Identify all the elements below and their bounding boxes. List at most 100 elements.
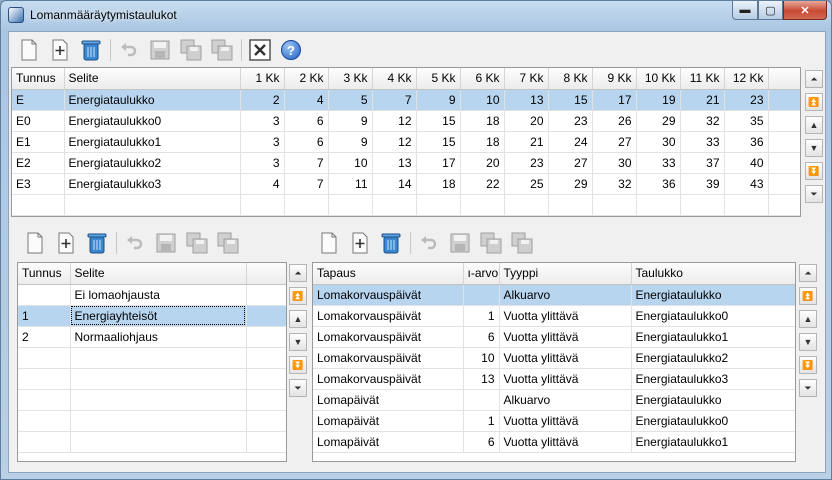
cell-month-value[interactable]: 21 [504, 131, 549, 153]
column-header-1[interactable]: Selite [70, 263, 247, 285]
minimize-button[interactable]: ▬ [732, 1, 758, 20]
cell-month-value[interactable]: 4 [284, 89, 329, 111]
table-row[interactable]: E2 Energiataulukko2 3 7 10 13 17 20 23 27 30 33 37 40 [12, 152, 800, 174]
next-row-button[interactable]: ▼ [799, 333, 817, 351]
column-header-12[interactable]: 11 Kk [680, 68, 725, 90]
cell-tyyppi[interactable]: Alkuarvo [499, 284, 632, 306]
cell-taulukko[interactable]: Energiataulukko0 [631, 410, 795, 432]
cell-tyyppi[interactable]: Vuotta ylittävä [499, 368, 632, 390]
right-table[interactable]: Tapaus ı-arvo Tyyppi Taulukko Lomakorvauspä… [312, 262, 796, 462]
cell-month-value[interactable]: 9 [328, 131, 373, 153]
cell-tapaus[interactable]: Lomakorvauspäivät [313, 347, 464, 369]
cell-arvo[interactable]: 13 [463, 368, 500, 390]
cell-month-value[interactable]: 6 [284, 110, 329, 132]
next-row-button[interactable]: ▼ [805, 139, 823, 157]
last-row-button[interactable]: ⏷ [799, 379, 817, 397]
cell-taulukko[interactable]: Energiataulukko2 [631, 347, 795, 369]
cell-tunnus[interactable]: E0 [12, 110, 65, 132]
cell-month-value[interactable]: 23 [724, 89, 769, 111]
cell-month-value[interactable]: 43 [724, 173, 769, 195]
table-row[interactable]: E3 Energiataulukko3 4 7 11 14 18 22 25 29 32 36 39 43 [12, 173, 800, 195]
cell-taulukko[interactable]: Energiataulukko [631, 284, 795, 306]
table-row[interactable]: E0 Energiataulukko0 3 6 9 12 15 18 20 23 26 29 32 35 [12, 110, 800, 132]
cell-month-value[interactable]: 23 [504, 152, 549, 174]
right-save-all-button[interactable] [479, 231, 503, 255]
column-header-9[interactable]: 8 Kk [548, 68, 593, 90]
cell-taulukko[interactable]: Energiataulukko1 [631, 431, 795, 453]
cell-tunnus[interactable]: E3 [12, 173, 65, 195]
cell-month-value[interactable]: 9 [416, 89, 461, 111]
cell-arvo[interactable] [463, 389, 500, 411]
cell-month-value[interactable]: 11 [328, 173, 373, 195]
cell-month-value[interactable]: 27 [592, 131, 637, 153]
cell-tyyppi[interactable]: Vuotta ylittävä [499, 410, 632, 432]
column-header-7[interactable]: 6 Kk [460, 68, 505, 90]
column-header-13[interactable]: 12 Kk [724, 68, 769, 90]
left-delete-button[interactable] [85, 231, 109, 255]
column-header-10[interactable]: 9 Kk [592, 68, 637, 90]
new-document-button[interactable] [17, 38, 41, 62]
cell-taulukko[interactable]: Energiataulukko [631, 389, 795, 411]
left-table[interactable]: Tunnus Selite Ei lomaohjausta 1 Energiayhte… [17, 262, 287, 462]
cell-month-value[interactable]: 13 [372, 152, 417, 174]
next-row-button[interactable]: ▼ [289, 333, 307, 351]
left-undo-button[interactable] [123, 231, 147, 255]
cell-month-value[interactable]: 22 [460, 173, 505, 195]
cell-month-value[interactable]: 20 [504, 110, 549, 132]
list-row[interactable]: 2 Normaaliohjaus [18, 326, 286, 348]
cell-taulukko[interactable]: Energiataulukko1 [631, 326, 795, 348]
cell-month-value[interactable]: 19 [636, 89, 681, 111]
cell-month-value[interactable]: 39 [680, 173, 725, 195]
cell-month-value[interactable]: 24 [548, 131, 593, 153]
cell-month-value[interactable]: 3 [240, 152, 285, 174]
cell-month-value[interactable]: 29 [548, 173, 593, 195]
page-up-button[interactable]: ⏫ [289, 287, 307, 305]
cell-selite[interactable]: Ei lomaohjausta [70, 284, 247, 306]
cell-month-value[interactable]: 17 [416, 152, 461, 174]
cell-tunnus[interactable]: E [12, 89, 65, 111]
cell-month-value[interactable]: 30 [636, 131, 681, 153]
page-up-button[interactable]: ⏫ [805, 93, 823, 111]
previous-row-button[interactable]: ▲ [805, 116, 823, 134]
cell-selite[interactable]: Energiataulukko1 [64, 131, 241, 153]
column-header-3[interactable]: Taulukko [631, 263, 795, 285]
cell-month-value[interactable]: 36 [724, 131, 769, 153]
cell-month-value[interactable]: 32 [592, 173, 637, 195]
left-add-button[interactable] [54, 231, 78, 255]
cell-month-value[interactable]: 14 [372, 173, 417, 195]
cell-month-value[interactable]: 18 [460, 131, 505, 153]
cell-arvo[interactable]: 10 [463, 347, 500, 369]
cell-tunnus[interactable] [18, 284, 71, 306]
cell-arvo[interactable]: 6 [463, 326, 500, 348]
cell-taulukko[interactable]: Energiataulukko3 [631, 368, 795, 390]
column-header-5[interactable]: 4 Kk [372, 68, 417, 90]
left-save-copy-button[interactable] [216, 231, 240, 255]
cell-month-value[interactable]: 5 [328, 89, 373, 111]
cell-month-value[interactable]: 18 [416, 173, 461, 195]
detail-row[interactable]: Lomapäivät 6 Vuotta ylittävä Energiataulukk… [313, 431, 795, 453]
cell-month-value[interactable]: 40 [724, 152, 769, 174]
detail-row[interactable]: Lomakorvauspäivät 6 Vuotta ylittävä Energia… [313, 326, 795, 348]
right-new-button[interactable] [317, 231, 341, 255]
cell-tunnus[interactable]: 2 [18, 326, 71, 348]
cell-tunnus[interactable]: 1 [18, 305, 71, 327]
cell-month-value[interactable]: 15 [416, 110, 461, 132]
detail-row[interactable]: Lomakorvauspäivät 13 Vuotta ylittävä Energi… [313, 368, 795, 390]
left-new-button[interactable] [23, 231, 47, 255]
cell-month-value[interactable]: 9 [328, 110, 373, 132]
cell-month-value[interactable]: 3 [240, 131, 285, 153]
main-table[interactable]: Tunnus Selite 1 Kk 2 Kk 3 Kk 4 Kk 5 Kk 6 Kk 7 Kk… [11, 67, 801, 217]
cell-tapaus[interactable]: Lomakorvauspäivät [313, 326, 464, 348]
delete-button[interactable] [79, 38, 103, 62]
cell-tyyppi[interactable]: Vuotta ylittävä [499, 431, 632, 453]
save-copy-button[interactable] [210, 38, 234, 62]
column-header-2[interactable]: Tyyppi [499, 263, 632, 285]
page-down-button[interactable]: ⏬ [805, 162, 823, 180]
cell-selite[interactable]: Energiataulukko [64, 89, 241, 111]
column-header-6[interactable]: 5 Kk [416, 68, 461, 90]
cell-tyyppi[interactable]: Vuotta ylittävä [499, 305, 632, 327]
add-row-button[interactable] [48, 38, 72, 62]
detail-row[interactable]: Lomakorvauspäivät Alkuarvo Energiataulukko [313, 284, 795, 306]
detail-row[interactable]: Lomakorvauspäivät 10 Vuotta ylittävä Energi… [313, 347, 795, 369]
cell-month-value[interactable]: 15 [548, 89, 593, 111]
